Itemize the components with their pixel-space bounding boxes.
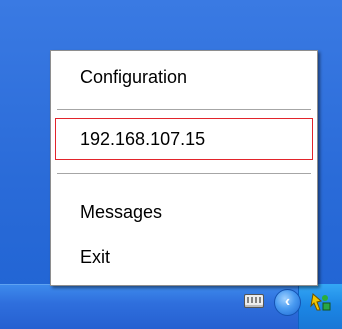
menu-separator (57, 173, 311, 175)
menu-item-label: Exit (80, 247, 111, 267)
context-menu: Configuration 192.168.107.15 Messages Ex… (50, 50, 318, 286)
menu-item-ip-address[interactable]: 192.168.107.15 (51, 122, 317, 156)
menu-item-label: Configuration (80, 67, 188, 87)
chevron-left-icon: ‹ (284, 293, 291, 310)
menu-item-label: Messages (80, 202, 163, 222)
menu-item-label: 192.168.107.15 (80, 129, 206, 149)
menu-item-configuration[interactable]: Configuration (51, 60, 317, 94)
menu-item-messages[interactable]: Messages (51, 195, 317, 229)
keyboard-icon[interactable] (244, 294, 264, 308)
menu-separator (57, 109, 311, 111)
app-tray-icon[interactable] (310, 292, 332, 312)
menu-item-exit[interactable]: Exit (51, 240, 317, 274)
show-hidden-icons-button[interactable]: ‹ (274, 289, 301, 316)
